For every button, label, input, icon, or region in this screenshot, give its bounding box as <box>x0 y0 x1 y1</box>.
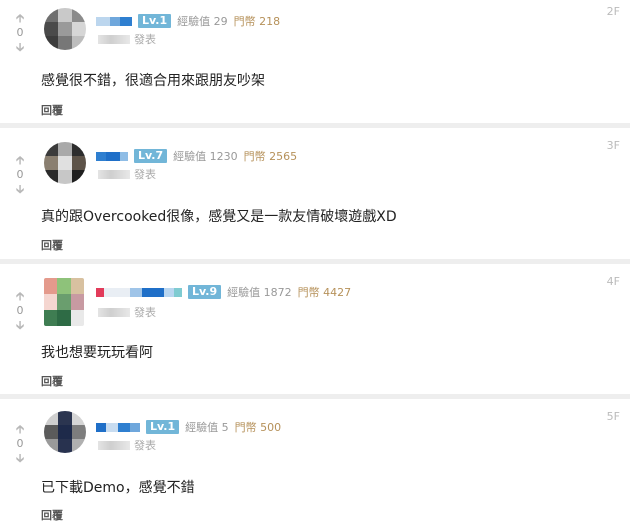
user-meta: Lv.7 經驗值 1230 門幣 2565 <box>96 148 297 164</box>
username-blurred[interactable] <box>96 422 140 432</box>
user-meta: Lv.9 經驗值 1872 門幣 4427 <box>96 284 351 300</box>
time-blurred <box>98 440 130 450</box>
comment-text: 真的跟Overcooked很像，感覺又是一款友情破壞遊戲XD <box>41 209 397 225</box>
reply-button[interactable]: 回覆 <box>41 237 63 253</box>
comment-item: 🡱 0 🡳 Lv.9 經驗值 1872 門幣 4427 發表 4F 我也想要玩玩… <box>0 264 630 399</box>
reply-button[interactable]: 回覆 <box>41 102 63 118</box>
exp-stat: 經驗值 5 <box>185 421 229 434</box>
comment-item: 🡱 0 🡳 Lv.1 經驗值 29 門幣 218 發表 2F 感覺很不錯，很適合… <box>0 0 630 128</box>
post-time-suffix: 發表 <box>134 306 156 319</box>
vote-count: 0 <box>16 26 24 39</box>
arrow-up-icon[interactable]: 🡱 <box>16 12 25 25</box>
vote-control: 🡱 0 🡳 <box>12 154 28 196</box>
floor-number: 3F <box>606 139 620 152</box>
post-time: 發表 <box>98 305 156 319</box>
vote-count: 0 <box>16 437 24 450</box>
comment-text: 感覺很不錯，很適合用來跟朋友吵架 <box>41 73 265 89</box>
time-blurred <box>98 169 130 179</box>
time-blurred <box>98 307 130 317</box>
coin-stat: 門幣 4427 <box>297 286 352 299</box>
avatar[interactable] <box>44 142 86 184</box>
arrow-up-icon[interactable]: 🡱 <box>16 154 25 167</box>
post-time: 發表 <box>98 167 156 181</box>
level-badge: Lv.9 <box>188 285 222 299</box>
post-time: 發表 <box>98 32 156 46</box>
coin-stat: 門幣 500 <box>234 421 282 434</box>
arrow-up-icon[interactable]: 🡱 <box>16 290 25 303</box>
comment-item: 🡱 0 🡳 Lv.7 經驗值 1230 門幣 2565 發表 3F 真的跟Ove… <box>0 128 630 264</box>
vote-control: 🡱 0 🡳 <box>12 290 28 332</box>
exp-stat: 經驗值 29 <box>177 15 228 28</box>
reply-button[interactable]: 回覆 <box>41 373 63 389</box>
user-meta: Lv.1 經驗值 5 門幣 500 <box>96 419 281 435</box>
level-badge: Lv.1 <box>146 420 180 434</box>
vote-control: 🡱 0 🡳 <box>12 12 28 54</box>
avatar[interactable] <box>44 411 86 453</box>
comment-text: 已下載Demo，感覺不錯 <box>41 480 195 496</box>
vote-count: 0 <box>16 304 24 317</box>
comment-item: 🡱 0 🡳 Lv.1 經驗值 5 門幣 500 發表 5F 已下載Demo，感覺… <box>0 399 630 529</box>
username-blurred[interactable] <box>96 151 128 161</box>
time-blurred <box>98 34 130 44</box>
exp-stat: 經驗值 1230 <box>173 150 238 163</box>
avatar[interactable] <box>44 278 84 326</box>
post-time-suffix: 發表 <box>134 33 156 46</box>
avatar[interactable] <box>44 8 86 50</box>
level-badge: Lv.1 <box>138 14 172 28</box>
coin-stat: 門幣 218 <box>233 15 281 28</box>
arrow-down-icon[interactable]: 🡳 <box>16 319 25 332</box>
floor-number: 4F <box>606 275 620 288</box>
level-badge: Lv.7 <box>134 149 168 163</box>
username-blurred[interactable] <box>96 16 132 26</box>
comment-text: 我也想要玩玩看阿 <box>41 345 153 361</box>
post-time-suffix: 發表 <box>134 439 156 452</box>
vote-count: 0 <box>16 168 24 181</box>
user-meta: Lv.1 經驗值 29 門幣 218 <box>96 13 280 29</box>
arrow-up-icon[interactable]: 🡱 <box>16 423 25 436</box>
post-time-suffix: 發表 <box>134 168 156 181</box>
reply-button[interactable]: 回覆 <box>41 507 63 523</box>
username-blurred[interactable] <box>96 287 182 297</box>
coin-stat: 門幣 2565 <box>243 150 298 163</box>
arrow-down-icon[interactable]: 🡳 <box>16 41 25 54</box>
vote-control: 🡱 0 🡳 <box>12 423 28 465</box>
floor-number: 5F <box>606 410 620 423</box>
post-time: 發表 <box>98 438 156 452</box>
floor-number: 2F <box>606 5 620 18</box>
arrow-down-icon[interactable]: 🡳 <box>16 452 25 465</box>
arrow-down-icon[interactable]: 🡳 <box>16 183 25 196</box>
exp-stat: 經驗值 1872 <box>227 286 292 299</box>
